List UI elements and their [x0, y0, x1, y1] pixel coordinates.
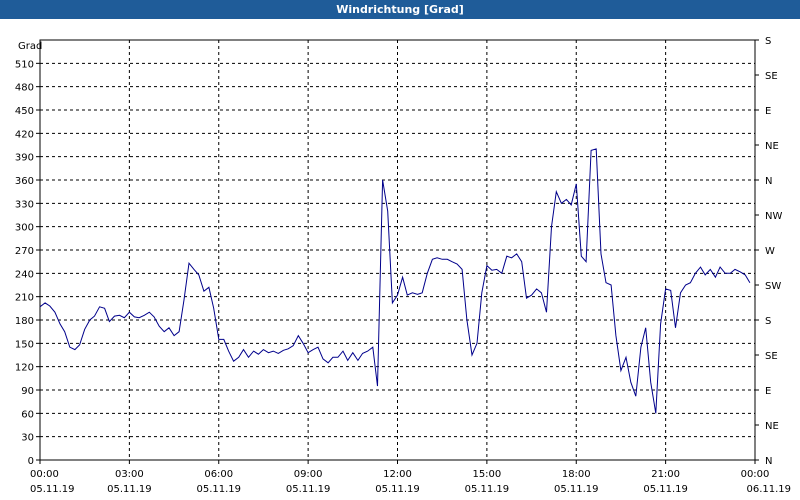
x-tick-time: 00:00	[741, 469, 770, 480]
right-tick-label: NE	[765, 421, 779, 432]
chart-title: Windrichtung [Grad]	[0, 0, 800, 19]
right-tick-label: E	[765, 106, 771, 117]
right-tick-label: NW	[765, 211, 782, 222]
x-tick-time: 21:00	[651, 469, 680, 480]
right-tick-label: S	[765, 36, 771, 47]
right-tick-label: NE	[765, 141, 779, 152]
right-tick-label: SW	[765, 281, 781, 292]
x-tick-date: 05.11.19	[30, 484, 75, 495]
x-tick-date: 05.11.19	[286, 484, 331, 495]
x-tick-date: 05.11.19	[465, 484, 510, 495]
right-tick-label: E	[765, 386, 771, 397]
left-tick-label: 300	[15, 223, 34, 234]
grid-lines	[40, 40, 755, 460]
x-tick-date: 05.11.19	[196, 484, 241, 495]
x-tick-time: 00:00	[30, 469, 59, 480]
right-tick-label: N	[765, 176, 772, 187]
left-tick-label: 120	[15, 363, 34, 374]
left-tick-label: 180	[15, 316, 34, 327]
y-axis-label: Grad	[18, 41, 42, 52]
left-tick-label: 330	[15, 199, 34, 210]
left-tick-label: 270	[15, 246, 34, 257]
left-tick-label: 510	[15, 59, 34, 70]
right-tick-label: S	[765, 316, 771, 327]
left-tick-label: 390	[15, 153, 34, 164]
right-tick-label: W	[765, 246, 775, 257]
left-axis-ticks: 0 30 60 90 120 150 180 210 240 270 300 330 360 390 420…	[15, 59, 40, 467]
left-tick-label: 240	[15, 269, 34, 280]
x-tick-date: 05.11.19	[375, 484, 420, 495]
x-tick-time: 03:00	[115, 469, 144, 480]
right-tick-label: SE	[765, 351, 778, 362]
left-tick-label: 150	[15, 339, 34, 350]
x-tick-date: 06.11.19	[746, 484, 791, 495]
x-axis-ticks: 00:00 05.11.19 03:00 05.11.19 06:00 05.11.19 0…	[30, 460, 791, 495]
left-tick-label: 420	[15, 129, 34, 140]
left-tick-label: 480	[15, 83, 34, 94]
left-tick-label: 30	[21, 433, 34, 444]
right-axis-ticks: N NE E SE S SW W NW N NE E SE S	[755, 36, 782, 467]
x-tick-time: 12:00	[383, 469, 412, 480]
left-tick-label: 360	[15, 176, 34, 187]
right-tick-label: SE	[765, 71, 778, 82]
series-lines	[39, 148, 751, 414]
right-tick-label: N	[765, 456, 772, 467]
left-tick-label: 0	[28, 456, 34, 467]
x-tick-date: 05.11.19	[643, 484, 688, 495]
x-tick-time: 06:00	[204, 469, 233, 480]
x-tick-time: 18:00	[562, 469, 591, 480]
x-tick-date: 05.11.19	[554, 484, 599, 495]
left-tick-label: 90	[21, 386, 34, 397]
left-tick-label: 210	[15, 293, 34, 304]
wind-direction-chart: Grad 0 30 60 90 120 150 180 210 240 270 300 330 360 3…	[15, 36, 791, 495]
x-tick-time: 15:00	[472, 469, 501, 480]
wind-direction-line	[39, 148, 751, 414]
left-tick-label: 60	[21, 409, 34, 420]
x-tick-time: 09:00	[294, 469, 323, 480]
left-tick-label: 450	[15, 106, 34, 117]
x-tick-date: 05.11.19	[107, 484, 152, 495]
